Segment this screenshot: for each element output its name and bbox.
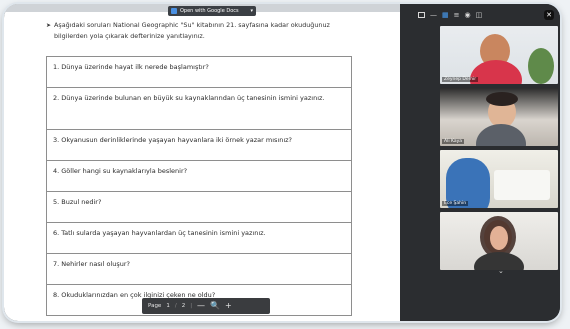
current-page-input[interactable]: 1 [166, 303, 170, 309]
split-view-icon[interactable]: ◫ [476, 11, 483, 19]
list-view-icon[interactable]: ≡ [454, 11, 460, 19]
open-with-label: Open with Google Docs [180, 8, 239, 14]
participant-body [476, 124, 526, 146]
participant-face-front [490, 226, 508, 250]
participant-name: Ali Kaya [442, 139, 465, 144]
zoom-out-button[interactable]: — [197, 302, 205, 310]
minus-icon[interactable]: — [430, 11, 437, 19]
close-icon[interactable]: ✕ [544, 10, 554, 20]
plant-decor [528, 48, 554, 84]
meeting-toolbar: — ▦ ≡ ◉ ◫ [418, 8, 482, 22]
participant-video-tile[interactable]: Zeynep Demir [440, 26, 558, 84]
question-text: 7. Nehirler nasıl oluşur? [53, 260, 130, 268]
document-viewer[interactable]: Open with Google Docs ▾ ➤ Aşağıdaki soru… [4, 4, 400, 321]
google-docs-icon [171, 8, 177, 14]
page-label: Page [148, 303, 162, 309]
question-row: 4. Göller hangi su kaynaklarıyla besleni… [47, 161, 351, 192]
participant-name: Zeynep Demir [442, 77, 479, 82]
chevron-down-icon[interactable]: ▾ [250, 8, 253, 14]
participant-hair [486, 92, 518, 106]
question-text: 4. Göller hangi su kaynaklarıyla besleni… [53, 167, 188, 175]
page-separator: / [174, 303, 177, 309]
question-row: 6. Tatlı sularda yaşayan hayvanlardan üç… [47, 223, 351, 254]
question-text: 3. Okyanusun derinliklerinde yaşayan hay… [53, 136, 293, 144]
question-row: 7. Nehirler nasıl oluşur? [47, 254, 351, 285]
question-row: 3. Okyanusun derinliklerinde yaşayan hay… [47, 130, 351, 161]
paper-decor [494, 170, 550, 200]
intro-text: Aşağıdaki soruları National Geographic "… [54, 21, 330, 40]
question-text: 1. Dünya üzerinde hayat ilk nerede başla… [53, 63, 209, 71]
grid-view-icon[interactable]: ▦ [442, 11, 449, 19]
instruction-text: ➤ Aşağıdaki soruları National Geographic… [46, 20, 354, 42]
question-text: 2. Dünya üzerinde bulunan en büyük su ka… [53, 94, 325, 102]
toolbar-divider: | [190, 303, 193, 309]
camera-icon[interactable]: ◉ [465, 11, 471, 19]
question-row: 1. Dünya üzerinde hayat ilk nerede başla… [47, 57, 351, 88]
question-row: 2. Dünya üzerinde bulunan en büyük su ka… [47, 88, 351, 130]
participant-name: Ece Şahin [442, 201, 469, 206]
open-with-google-docs-button[interactable]: Open with Google Docs ▾ [168, 6, 256, 16]
questions-table: 1. Dünya üzerinde hayat ilk nerede başla… [46, 56, 352, 316]
zoom-in-button[interactable]: + [225, 302, 232, 310]
question-row: 5. Buzul nedir? [47, 192, 351, 223]
question-text: 6. Tatlı sularda yaşayan hayvanlardan üç… [53, 229, 266, 237]
participant-video-tile[interactable] [440, 212, 558, 270]
page-toolbar: Page 1 / 2 | — 🔍 + [142, 298, 270, 314]
arrow-bullet-icon: ➤ [46, 22, 52, 29]
window-icon[interactable] [418, 12, 425, 18]
participant-video-tile[interactable]: Ece Şahin [440, 150, 558, 208]
chevron-down-icon[interactable]: ⌄ [498, 267, 504, 275]
screen-frame: Open with Google Docs ▾ ➤ Aşağıdaki soru… [4, 4, 560, 321]
zoom-icon[interactable]: 🔍 [210, 302, 220, 310]
total-pages: 2 [181, 303, 186, 309]
question-text: 5. Buzul nedir? [53, 198, 102, 206]
meeting-side-panel: — ▦ ≡ ◉ ◫ ✕ Zeynep Demir Ali Kaya Ece Şa… [400, 4, 560, 321]
participant-video-tile[interactable]: Ali Kaya [440, 88, 558, 146]
